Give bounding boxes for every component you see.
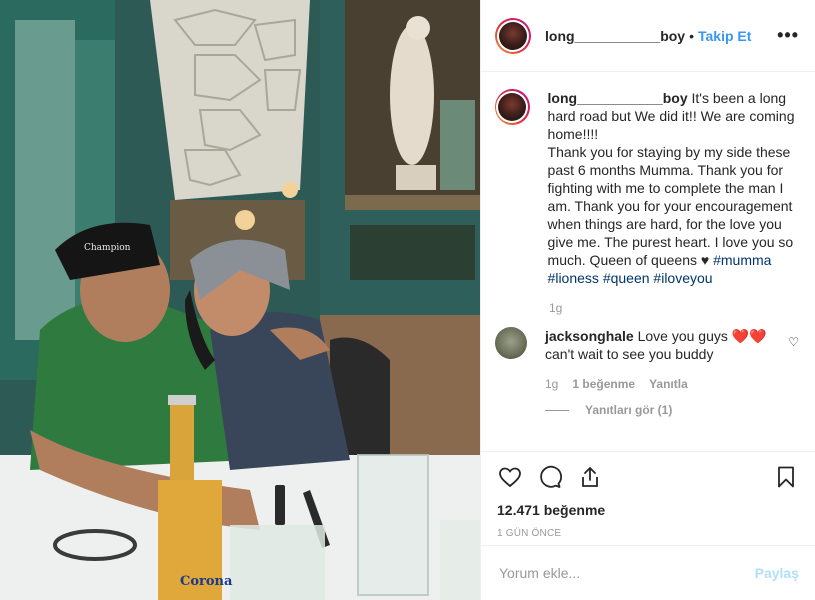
caption-time: 1g [549,301,563,315]
instagram-post: Champion Corona long___________boy • Tak… [0,0,815,600]
cap-logo-text: Champion [84,243,131,253]
follow-button[interactable]: Takip Et [698,28,751,44]
hashtag-link[interactable]: #lioness [548,270,599,286]
heart-icon[interactable] [497,464,523,490]
header-separator: • [689,27,694,44]
commenter-username[interactable]: jacksonghale [545,328,634,344]
comment-like-icon[interactable]: ♡ [788,335,799,363]
post-comment-button[interactable]: Paylaş [755,565,799,581]
more-options-icon[interactable]: ••• [777,25,799,46]
hashtag-link[interactable]: #queen [603,270,650,286]
comment-text: jacksonghale Love you guys ❤️❤️ can't wa… [545,327,775,363]
author-username[interactable]: long___________boy [545,28,685,44]
comment-likes[interactable]: 1 beğenme [572,377,635,391]
comment-item: jacksonghale Love you guys ❤️❤️ can't wa… [495,327,799,363]
caption-avatar[interactable] [495,89,530,125]
comments-area: long___________boy It's been a long hard… [481,73,815,451]
caption-text: long___________boy It's been a long hard… [548,89,799,287]
commenter-avatar[interactable] [495,327,527,359]
hashtag-link[interactable]: #mumma [713,252,771,268]
bottle-label-text: Corona [180,574,233,589]
likes-count[interactable]: 12.471 beğenme [497,502,799,518]
author-avatar[interactable] [495,17,531,54]
hashtag-link[interactable]: #iloveyou [653,270,712,286]
replies-divider [545,409,569,411]
post-actions: 12.471 beğenme 1 GÜN ÖNCE [481,451,815,539]
post-photo[interactable]: Champion Corona [0,0,480,600]
comment-time: 1g [545,377,559,391]
post-photo-illustration: Champion Corona [0,0,480,600]
post-side-panel: long___________boy • Takip Et ••• long__… [480,0,815,600]
post-timestamp[interactable]: 1 GÜN ÖNCE [497,528,799,539]
share-icon[interactable] [577,464,603,490]
reply-button[interactable]: Yanıtla [649,377,688,391]
add-comment-bar: Paylaş [481,545,815,600]
comment-input[interactable] [497,564,755,582]
bookmark-icon[interactable] [773,464,799,490]
view-replies-label[interactable]: Yanıtları gör (1) [585,403,672,417]
post-header: long___________boy • Takip Et ••• [481,0,815,72]
comment-icon[interactable] [537,464,563,490]
comment-meta: 1g 1 beğenme Yanıtla [545,377,799,391]
caption-body: It's been a long hard road but We did it… [547,90,795,268]
caption: long___________boy It's been a long hard… [495,89,799,287]
caption-username[interactable]: long___________boy [548,90,688,106]
view-replies[interactable]: Yanıtları gör (1) [545,403,799,417]
